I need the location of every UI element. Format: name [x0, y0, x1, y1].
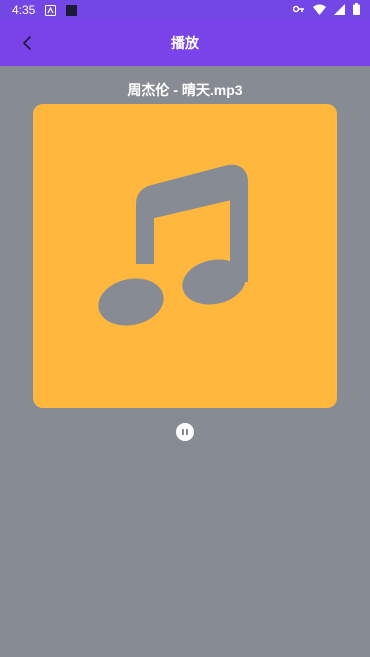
album-art [33, 104, 337, 408]
notification-square-icon [66, 4, 78, 16]
status-right [293, 3, 360, 15]
back-button[interactable] [12, 28, 42, 58]
app-bar: 播放 [0, 20, 370, 66]
battery-icon [353, 3, 360, 15]
pause-icon [182, 429, 188, 435]
chevron-left-icon [23, 36, 31, 50]
page-title: 播放 [171, 35, 199, 51]
music-note-icon [98, 164, 248, 326]
status-bar: 4:35 [0, 0, 370, 20]
status-time: 4:35 [12, 3, 36, 17]
cell-signal-icon [334, 3, 345, 15]
song-title: 周杰伦 - 晴天.mp3 [127, 82, 243, 98]
status-left: 4:35 [12, 3, 78, 17]
pause-button[interactable] [176, 423, 194, 441]
key-icon [293, 5, 304, 13]
wifi-icon [313, 4, 326, 15]
player-content: 周杰伦 - 晴天.mp3 [0, 66, 370, 657]
notification-a-icon [45, 4, 57, 16]
